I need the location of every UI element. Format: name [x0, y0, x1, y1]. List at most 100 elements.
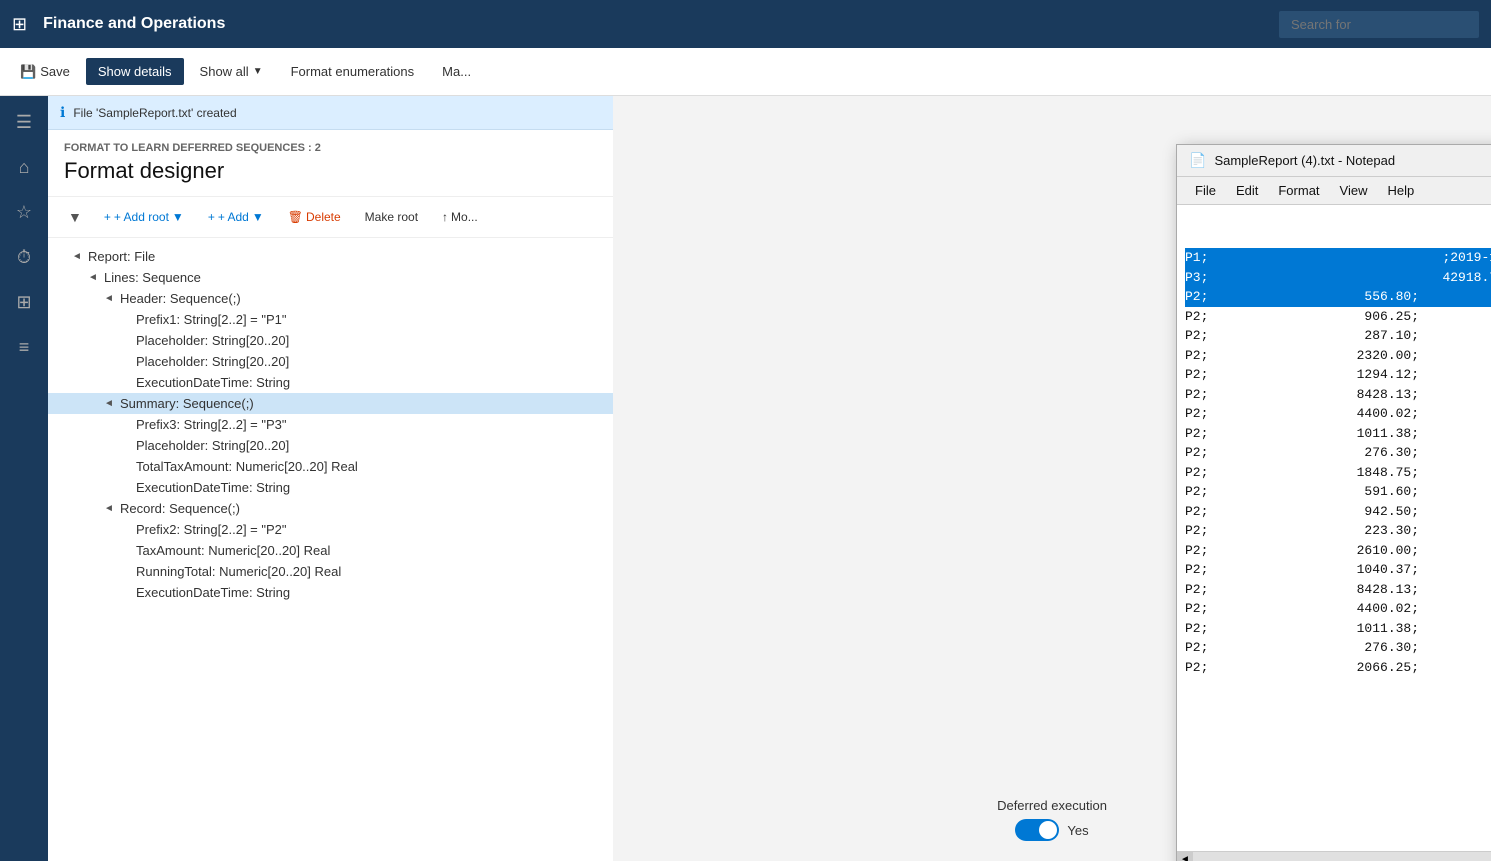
notepad-window: 📄 SampleReport (4).txt - Notepad — ☐ ✕ F… — [1176, 144, 1491, 861]
make-root-label: Make root — [365, 210, 418, 224]
delete-label: Delete — [306, 210, 341, 224]
tree-item-label: ExecutionDateTime: String — [136, 585, 605, 600]
notepad-title-bar: 📄 SampleReport (4).txt - Notepad — ☐ ✕ — [1177, 145, 1491, 177]
add-root-button[interactable]: + + Add root ▼ — [94, 206, 194, 228]
designer-panel: ℹ File 'SampleReport.txt' created FORMAT… — [48, 96, 613, 861]
move-icon: ↑ — [442, 210, 448, 224]
tree-item-label: RunningTotal: Numeric[20..20] Real — [136, 564, 605, 579]
tree-item[interactable]: Prefix2: String[2..2] = "P2" — [48, 519, 613, 540]
tree-item-label: Prefix2: String[2..2] = "P2" — [136, 522, 605, 537]
show-all-button[interactable]: Show all ▼ — [188, 58, 275, 85]
add-plus-icon: + — [208, 210, 215, 224]
info-icon: ℹ — [60, 104, 65, 121]
sidebar-item-favorites[interactable]: ☆ — [4, 194, 44, 231]
notepad-content: P1; ;2019-12-27 01:49:25:754P3; 42918.70… — [1177, 205, 1491, 861]
map-button[interactable]: Ma... — [430, 58, 483, 85]
tree-item-label: Summary: Sequence(;) — [120, 396, 605, 411]
make-root-button[interactable]: Make root — [355, 206, 428, 228]
tree-item[interactable]: Prefix3: String[2..2] = "P3" — [48, 414, 613, 435]
sidebar-item-home[interactable]: ⌂ — [4, 149, 44, 186]
toggle-knob — [1039, 821, 1057, 839]
add-root-chevron: ▼ — [172, 210, 184, 224]
save-label: Save — [40, 64, 70, 79]
menu-item-view[interactable]: View — [1330, 179, 1378, 202]
tree-item-label: TaxAmount: Numeric[20..20] Real — [136, 543, 605, 558]
add-button[interactable]: + + Add ▼ — [198, 206, 274, 228]
notepad-text[interactable]: P1; ;2019-12-27 01:49:25:754P3; 42918.70… — [1177, 205, 1491, 851]
sidebar-item-list[interactable]: ≡ — [4, 329, 44, 366]
tree-item[interactable]: TaxAmount: Numeric[20..20] Real — [48, 540, 613, 561]
add-root-label: + Add root — [114, 210, 169, 224]
map-label: Ma... — [442, 64, 471, 79]
notepad-line: P2; 4400.02; 39564.77;2019-12-27 01:49:2… — [1185, 599, 1491, 619]
format-label: FORMAT TO LEARN DEFERRED SEQUENCES : 2 — [64, 142, 597, 154]
tree-item-label: ExecutionDateTime: String — [136, 375, 605, 390]
tree-item-label: Placeholder: String[20..20] — [136, 438, 605, 453]
notepad-line: P2; 1848.75; 21328.85;2019-12-27 01:49:2… — [1185, 463, 1491, 483]
tree-item[interactable]: Placeholder: String[20..20] — [48, 435, 613, 456]
notepad-line: P3; 42918.70;2019-12-27 01:49:25:824 — [1185, 268, 1491, 288]
tree-item[interactable]: TotalTaxAmount: Numeric[20..20] Real — [48, 456, 613, 477]
notepad-icon: 📄 — [1189, 152, 1206, 169]
menu-item-file[interactable]: File — [1185, 179, 1226, 202]
format-enumerations-label: Format enumerations — [291, 64, 415, 79]
app-title: Finance and Operations — [43, 15, 1263, 33]
show-all-label: Show all — [200, 64, 249, 79]
tree-item[interactable]: ◄Record: Sequence(;) — [48, 498, 613, 519]
notepad-line: P2; 1040.37; 26736.62;2019-12-27 01:49:2… — [1185, 560, 1491, 580]
sidebar-item-menu[interactable]: ☰ — [4, 104, 44, 141]
notepad-line: P2; 223.30; 23086.25;2019-12-27 01:49:25… — [1185, 521, 1491, 541]
horizontal-scrollbar[interactable]: ◄ ► — [1177, 851, 1491, 861]
tree-item[interactable]: ExecutionDateTime: String — [48, 372, 613, 393]
delete-icon: 🗑 — [288, 210, 303, 224]
save-button[interactable]: 💾 Save — [8, 58, 82, 86]
notepad-line: P1; ;2019-12-27 01:49:25:754 — [1185, 248, 1491, 268]
notepad-line: P2; 8428.13; 13792.40;2019-12-27 01:49:2… — [1185, 385, 1491, 405]
tree-item[interactable]: ◄Lines: Sequence — [48, 267, 613, 288]
show-details-button[interactable]: Show details — [86, 58, 184, 85]
format-title: Format designer — [64, 158, 597, 184]
tree-arrow-icon: ◄ — [104, 398, 120, 409]
notepad-line: P2; 591.60; 21920.45;2019-12-27 01:49:25… — [1185, 482, 1491, 502]
designer-toolbar: ▼ + + Add root ▼ + + Add ▼ 🗑 Delete Make… — [48, 197, 613, 238]
sidebar-item-workspaces[interactable]: ⊞ — [4, 284, 44, 321]
deferred-label: Deferred execution — [997, 798, 1107, 813]
tree-item-label: TotalTaxAmount: Numeric[20..20] Real — [136, 459, 605, 474]
menu-item-edit[interactable]: Edit — [1226, 179, 1268, 202]
left-sidebar: ☰ ⌂ ☆ ⏱ ⊞ ≡ — [0, 96, 48, 861]
tree-item-label: ExecutionDateTime: String — [136, 480, 605, 495]
move-button[interactable]: ↑ Mo... — [432, 206, 488, 228]
notepad-line: P2; 556.80; 556.80;2019-12-27 01:49:25:8… — [1185, 287, 1491, 307]
tree-item[interactable]: RunningTotal: Numeric[20..20] Real — [48, 561, 613, 582]
tree-item[interactable]: Placeholder: String[20..20] — [48, 351, 613, 372]
tree-item[interactable]: ExecutionDateTime: String — [48, 477, 613, 498]
notepad-title: SampleReport (4).txt - Notepad — [1214, 153, 1491, 168]
show-details-label: Show details — [98, 64, 172, 79]
sidebar-item-recent[interactable]: ⏱ — [4, 239, 44, 276]
notepad-line: P2; 906.25; 1463.05;2019-12-27 01:49:25:… — [1185, 307, 1491, 327]
tree-item-label: Prefix1: String[2..2] = "P1" — [136, 312, 605, 327]
grid-icon[interactable]: ⊞ — [12, 14, 27, 35]
delete-button[interactable]: 🗑 Delete — [278, 206, 351, 228]
tree-item[interactable]: ◄Summary: Sequence(;) — [48, 393, 613, 414]
tree-item[interactable]: ◄Header: Sequence(;) — [48, 288, 613, 309]
notepad-text-area: P1; ;2019-12-27 01:49:25:754P3; 42918.70… — [1177, 205, 1491, 851]
menu-item-format[interactable]: Format — [1268, 179, 1329, 202]
menu-item-help[interactable]: Help — [1377, 179, 1424, 202]
tree-item[interactable]: ◄Report: File — [48, 246, 613, 267]
filter-icon[interactable]: ▼ — [60, 205, 90, 229]
scroll-left-button[interactable]: ◄ — [1177, 852, 1193, 861]
tree-item[interactable]: Prefix1: String[2..2] = "P1" — [48, 309, 613, 330]
tree-arrow-icon: ◄ — [104, 293, 120, 304]
add-root-plus-icon: + — [104, 210, 111, 224]
deferred-toggle[interactable] — [1015, 819, 1059, 841]
tree-item[interactable]: Placeholder: String[20..20] — [48, 330, 613, 351]
notepad-line: P2; 276.30; 40852.45;2019-12-27 01:49:25… — [1185, 638, 1491, 658]
notepad-menu-bar: FileEditFormatViewHelp — [1177, 177, 1491, 205]
deferred-value: Yes — [1067, 823, 1088, 838]
tree-item[interactable]: ExecutionDateTime: String — [48, 582, 613, 603]
main-content: ☰ ⌂ ☆ ⏱ ⊞ ≡ ℹ File 'SampleReport.txt' cr… — [0, 96, 1491, 861]
tree-arrow-icon: ◄ — [88, 272, 104, 283]
search-input[interactable] — [1279, 11, 1479, 38]
format-enumerations-button[interactable]: Format enumerations — [279, 58, 427, 85]
